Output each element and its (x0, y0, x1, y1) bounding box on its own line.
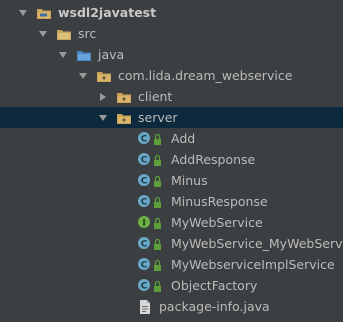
svg-text:C: C (141, 281, 148, 291)
expand-arrow-icon[interactable] (18, 8, 28, 18)
class-icon: C (137, 194, 153, 210)
class-icon: C (137, 236, 153, 252)
tree-item-interface[interactable]: I MyWebService (0, 212, 343, 233)
tree-item-label: ObjectFactory (171, 278, 258, 293)
tree-item-label: MinusResponse (171, 194, 268, 209)
lock-icon (153, 131, 162, 147)
class-icon: C (137, 257, 153, 273)
tree-item-class[interactable]: C AddResponse (0, 149, 343, 170)
tree-item-class[interactable]: C MinusResponse (0, 191, 343, 212)
lock-icon (153, 215, 162, 231)
class-icon: C (137, 152, 153, 168)
tree-item-server[interactable]: server (0, 107, 343, 128)
svg-text:C: C (141, 197, 148, 207)
svg-text:C: C (141, 134, 148, 144)
project-tree: wsdl2javatest src java com.lida.dream_we… (0, 0, 343, 322)
source-folder-icon (56, 26, 72, 42)
tree-item-package[interactable]: com.lida.dream_webservice (0, 65, 343, 86)
tree-item-class[interactable]: C Add (0, 128, 343, 149)
expand-arrow-icon[interactable] (98, 113, 108, 123)
package-folder-icon (116, 110, 132, 126)
tree-item-class[interactable]: C MyWebserviceImplService (0, 254, 343, 275)
svg-text:C: C (141, 260, 148, 270)
package-folder-icon (116, 89, 132, 105)
tree-item-label: AddResponse (171, 152, 256, 167)
class-icon: C (137, 173, 153, 189)
package-folder-icon (96, 68, 112, 84)
tree-item-label: MyWebService_MyWebServic (171, 236, 343, 251)
module-folder-icon (36, 5, 52, 21)
svg-text:I: I (142, 218, 145, 228)
tree-item-label: java (98, 47, 125, 62)
class-icon: C (137, 278, 153, 294)
tree-item-label: package-info.java (159, 299, 270, 314)
svg-text:C: C (141, 239, 148, 249)
tree-item-label: src (78, 26, 97, 41)
tree-item-class[interactable]: C ObjectFactory (0, 275, 343, 296)
lock-icon (153, 236, 162, 252)
expand-arrow-icon[interactable] (78, 71, 88, 81)
tree-item-class[interactable]: C Minus (0, 170, 343, 191)
tree-item-class[interactable]: C MyWebService_MyWebServic (0, 233, 343, 254)
lock-icon (153, 194, 162, 210)
tree-item-client[interactable]: client (0, 86, 343, 107)
tree-item-label: wsdl2javatest (58, 5, 157, 20)
tree-item-file[interactable]: package-info.java (0, 296, 343, 317)
java-file-icon (137, 299, 153, 315)
class-icon: C (137, 131, 153, 147)
expand-arrow-icon[interactable] (38, 29, 48, 39)
tree-item-label: client (138, 89, 173, 104)
tree-item-project[interactable]: wsdl2javatest (0, 2, 343, 23)
source-root-folder-icon (76, 47, 92, 63)
tree-item-label: MyWebService (171, 215, 263, 230)
lock-icon (153, 152, 162, 168)
lock-icon (153, 257, 162, 273)
tree-item-label: server (138, 110, 178, 125)
tree-item-label: com.lida.dream_webservice (118, 68, 293, 83)
tree-item-label: Minus (171, 173, 208, 188)
tree-item-label: MyWebserviceImplService (171, 257, 335, 272)
svg-text:C: C (141, 155, 148, 165)
collapse-arrow-icon[interactable] (98, 92, 108, 102)
tree-item-label: Add (171, 131, 196, 146)
lock-icon (153, 173, 162, 189)
tree-item-java[interactable]: java (0, 44, 343, 65)
expand-arrow-icon[interactable] (58, 50, 68, 60)
interface-icon: I (137, 215, 153, 231)
svg-text:C: C (141, 176, 148, 186)
tree-item-src[interactable]: src (0, 23, 343, 44)
lock-icon (153, 278, 162, 294)
